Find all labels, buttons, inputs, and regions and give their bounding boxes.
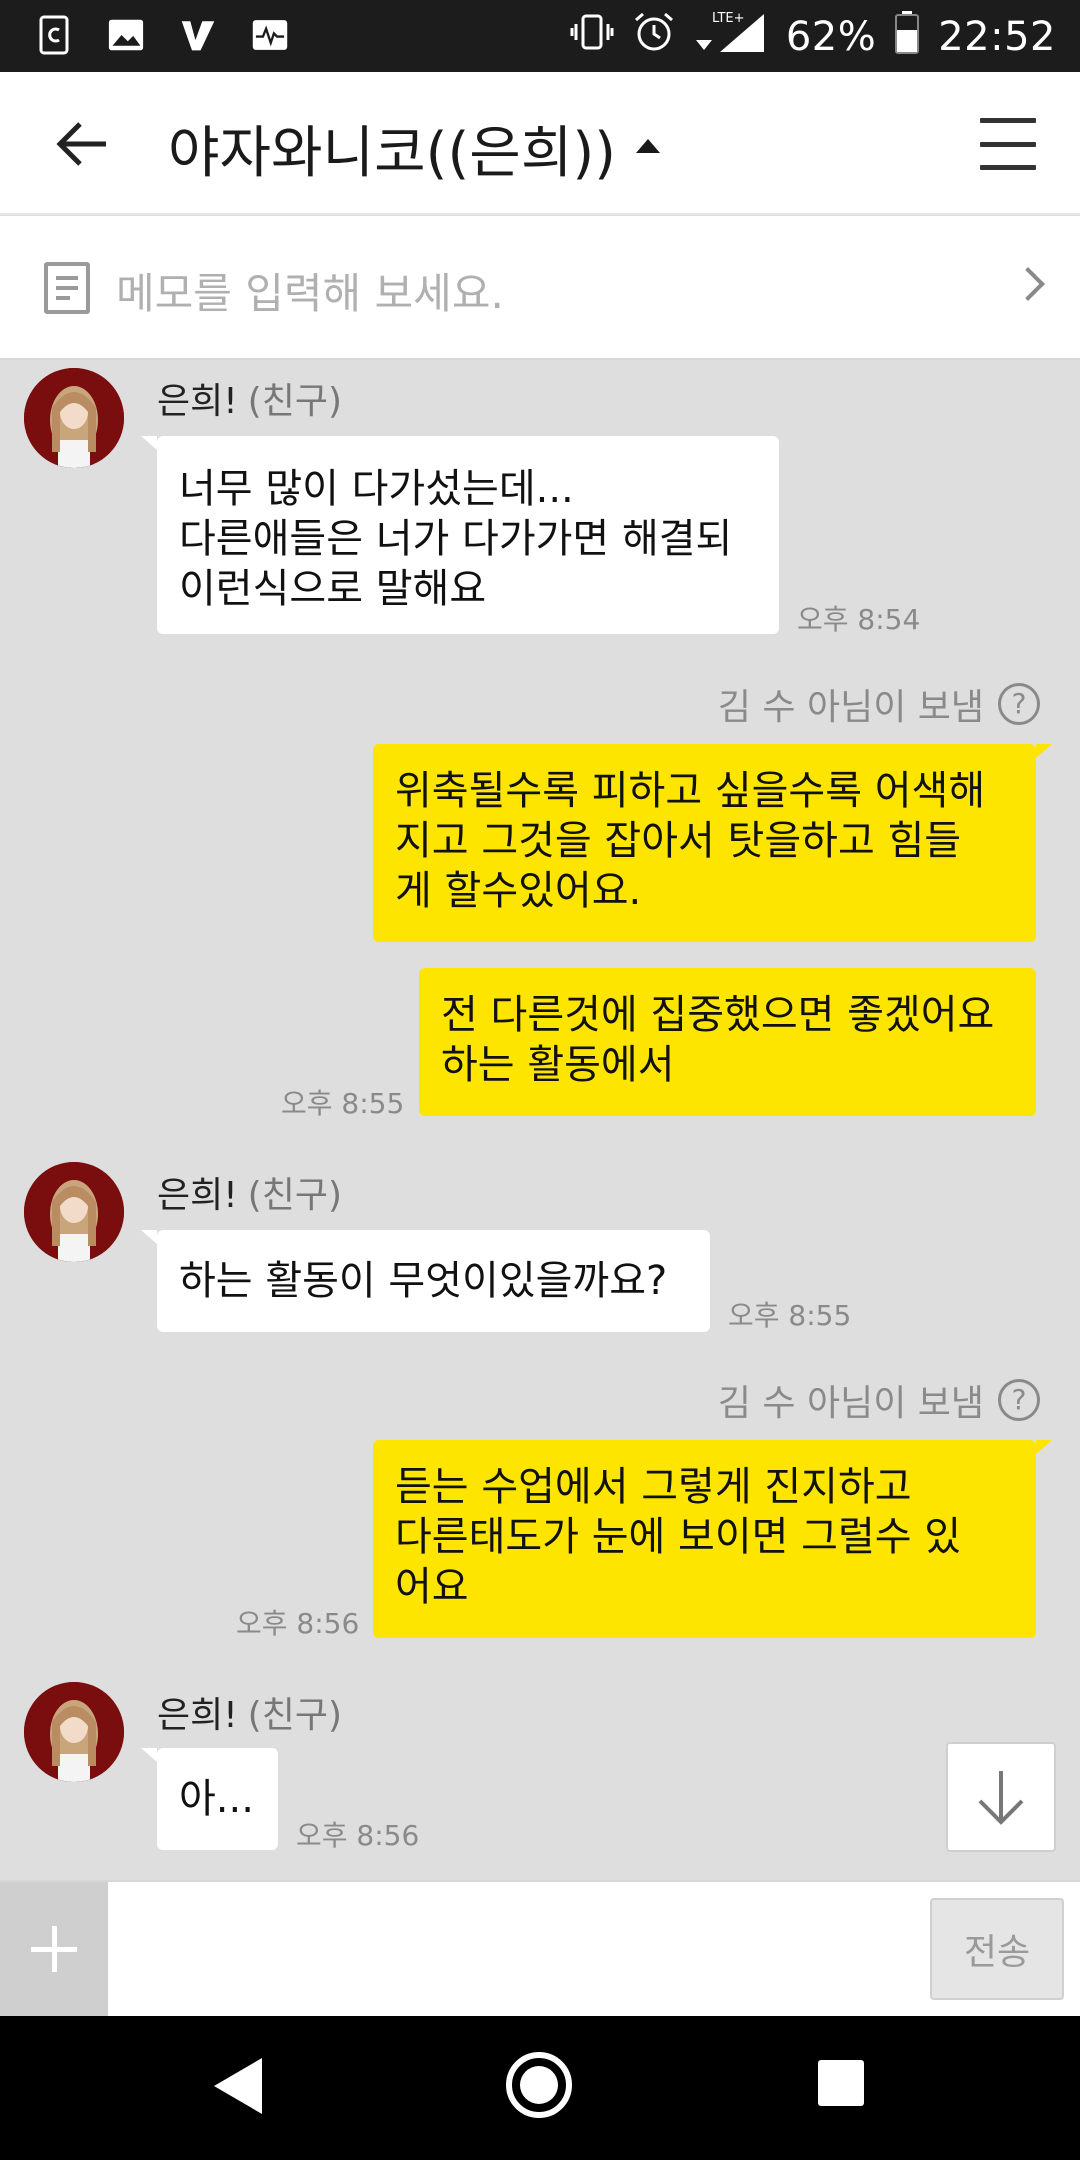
message-bubble[interactable]: 위축될수록 피하고 싶을수록 어색해 지고 그것을 잡아서 탓을하고 힘들 게 …: [373, 744, 1036, 942]
memo-icon: [44, 262, 90, 314]
chat-messages[interactable]: 은희! (친구) 너무 많이 다가섰는데... 다른애들은 너가 다가가면 해결되…: [0, 362, 1080, 1878]
clock: 22:52: [938, 14, 1056, 60]
chat-header: 야자와니코((은희)): [0, 72, 1080, 215]
avatar[interactable]: [24, 1162, 124, 1262]
message-time: 오후 8:54: [797, 603, 921, 636]
message-bubble[interactable]: 아...: [157, 1748, 278, 1850]
alarm-icon: [632, 10, 676, 64]
battery-icon: [894, 10, 920, 64]
help-icon[interactable]: ?: [998, 1379, 1040, 1421]
message-bubble[interactable]: 너무 많이 다가섰는데... 다른애들은 너가 다가가면 해결되 이런식으로 말…: [157, 436, 779, 634]
gallery-icon: [108, 14, 144, 56]
bubble-tail: [141, 1748, 157, 1762]
hamburger-icon: [980, 118, 1036, 123]
svg-text:LTE+: LTE+: [712, 11, 745, 26]
message-input-bar: 전송: [0, 1880, 1080, 2016]
sent-by-label: 김 수 아님이 보냄 ?: [718, 678, 1040, 730]
arrow-left-icon: [56, 122, 106, 166]
sync-app-icon: [36, 14, 72, 56]
attach-button[interactable]: [0, 1882, 108, 2016]
avatar[interactable]: [24, 368, 124, 468]
message-bubble[interactable]: 전 다른것에 집중했으면 좋겠어요 하는 활동에서: [419, 968, 1036, 1116]
status-bar: LTE+ 62% 22:52: [0, 0, 1080, 72]
v-app-icon: [180, 14, 216, 56]
send-button[interactable]: 전송: [930, 1898, 1064, 2000]
nav-back-icon[interactable]: [214, 2058, 262, 2114]
system-nav-bar: [0, 2016, 1080, 2160]
back-button[interactable]: [50, 112, 114, 176]
sender-name: 은희! (친구): [157, 381, 343, 422]
message-time: 오후 8:55: [728, 1299, 852, 1332]
message-bubble[interactable]: 듣는 수업에서 그렇게 진지하고 다른태도가 눈에 보이면 그럴수 있 어요: [373, 1440, 1036, 1638]
bubble-tail: [141, 436, 157, 450]
message-time: 오후 8:55: [281, 1087, 405, 1120]
chat-room-title[interactable]: 야자와니코((은희)): [168, 108, 661, 189]
help-icon[interactable]: ?: [998, 683, 1040, 725]
memo-placeholder: 메모를 입력해 보세요.: [116, 269, 504, 318]
signal-icon: LTE+: [694, 10, 768, 64]
message-input[interactable]: [118, 1896, 918, 2002]
sender-name: 은희! (친구): [157, 1695, 343, 1736]
battery-percent: 62%: [785, 14, 877, 60]
activity-icon: [252, 14, 288, 56]
caret-up-icon: [636, 138, 661, 153]
system-status: LTE+ 62% 22:52: [570, 10, 1056, 64]
memo-bar[interactable]: 메모를 입력해 보세요.: [0, 216, 1080, 360]
nav-recents-icon[interactable]: [818, 2060, 864, 2106]
sent-by-label: 김 수 아님이 보냄 ?: [718, 1374, 1040, 1426]
sender-name: 은희! (친구): [157, 1175, 343, 1216]
bubble-tail: [141, 1230, 157, 1244]
scroll-to-bottom-button[interactable]: [946, 1742, 1056, 1852]
bubble-tail: [1036, 744, 1052, 758]
vibrate-icon: [570, 12, 614, 62]
bubble-tail: [1036, 1440, 1052, 1454]
message-bubble[interactable]: 하는 활동이 무엇이있을까요?: [157, 1230, 710, 1332]
room-title-text: 야자와니코((은희)): [168, 121, 617, 186]
notification-icons: [36, 14, 288, 56]
chevron-right-icon: [1011, 267, 1045, 301]
message-time: 오후 8:56: [236, 1607, 360, 1640]
nav-home-icon[interactable]: [506, 2052, 572, 2118]
arrow-down-icon: [978, 1771, 1024, 1825]
avatar[interactable]: [24, 1682, 124, 1782]
menu-button[interactable]: [980, 118, 1036, 170]
message-time: 오후 8:56: [296, 1819, 420, 1852]
